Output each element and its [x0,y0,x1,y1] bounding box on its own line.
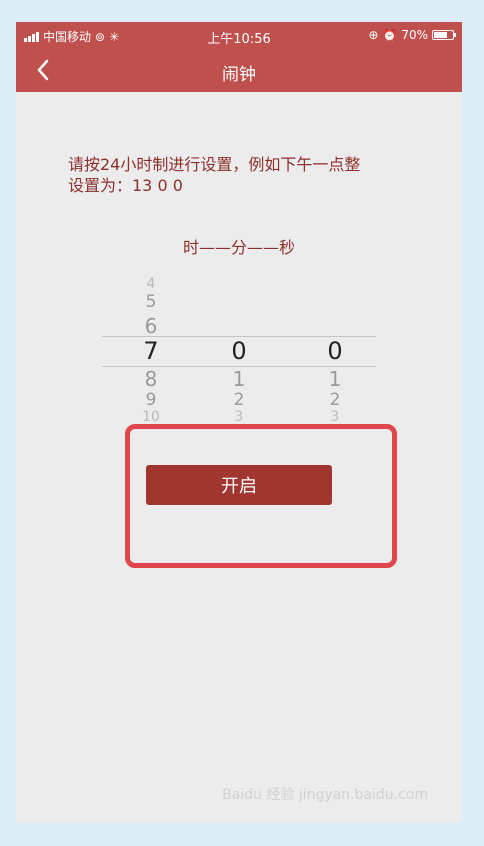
alarm-icon: ⏰ [382,28,398,42]
hour-option: 10 [142,409,160,424]
phone-screen: 中国移动 ⊚ ✳ 上午10:56 ⊕ ⏰ 70% 闹钟 请按24小时制进行设置，… [16,22,462,822]
time-picker[interactable]: 4 5 6 7 8 9 10 0 1 2 3 0 1 2 3 [102,274,376,424]
columns-label: 时——分——秒 [182,238,295,257]
instruction-text: 请按24小时制进行设置，例如下午一点整 设置为：13 0 0 [68,154,438,196]
status-bar: 中国移动 ⊚ ✳ 上午10:56 ⊕ ⏰ 70% [16,22,462,48]
instruction-line-2: 设置为：13 0 0 [68,176,183,195]
minute-option: 1 [232,367,246,391]
second-option: 2 [329,390,341,410]
minute-option: 2 [233,390,245,410]
hour-selected: 7 [143,337,159,365]
instruction-line-1: 请按24小时制进行设置，例如下午一点整 [68,155,361,174]
hour-option: 9 [145,390,157,410]
second-option: 3 [330,409,340,424]
second-selected: 0 [327,337,343,365]
minute-selected: 0 [231,337,247,365]
battery-percent: 70% [401,28,428,42]
hour-option: 8 [144,367,158,391]
start-button[interactable]: 开启 [146,465,332,505]
orientation-lock-icon: ⊕ [368,28,379,42]
watermark: Baidu 经验 jingyan.baidu.com [222,787,428,803]
hour-option: 6 [144,314,158,338]
battery-icon [432,30,456,40]
hour-option: 5 [145,292,157,312]
second-option: 1 [328,367,342,391]
hour-option: 4 [146,276,156,292]
page-title: 闹钟 [222,65,256,85]
minute-option: 3 [234,409,244,424]
nav-bar: 闹钟 [16,48,462,92]
